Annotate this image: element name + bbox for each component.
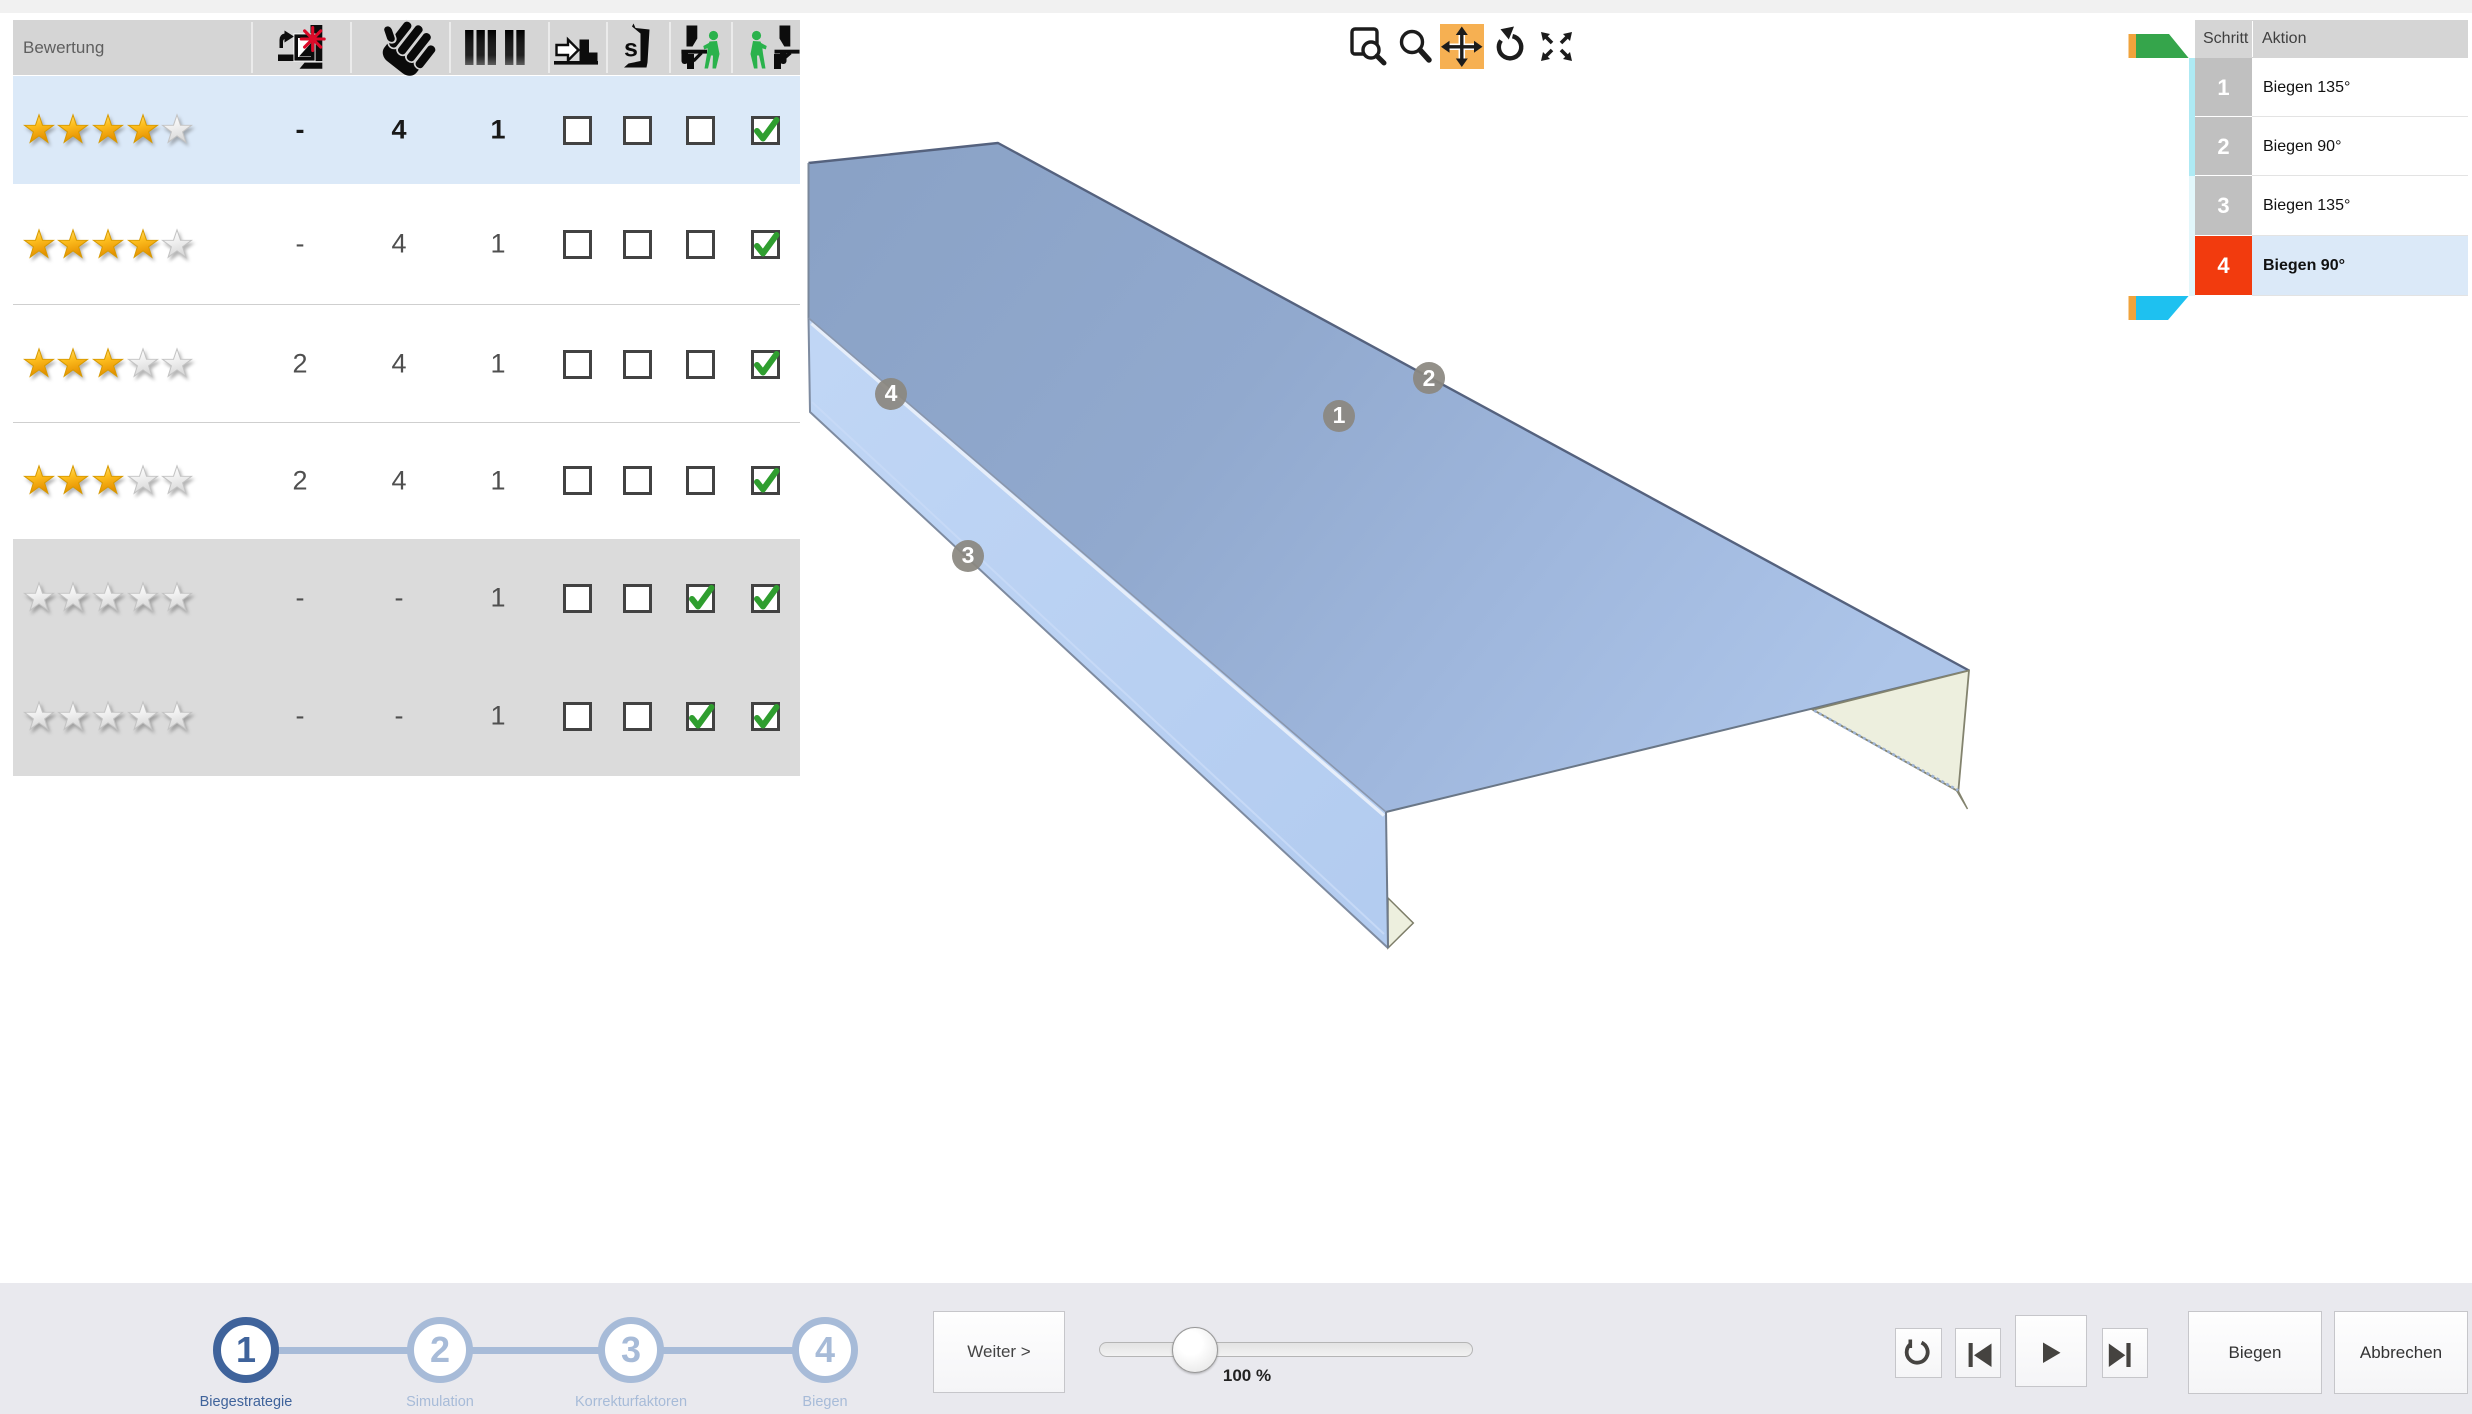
svg-text:s: s bbox=[624, 35, 638, 63]
